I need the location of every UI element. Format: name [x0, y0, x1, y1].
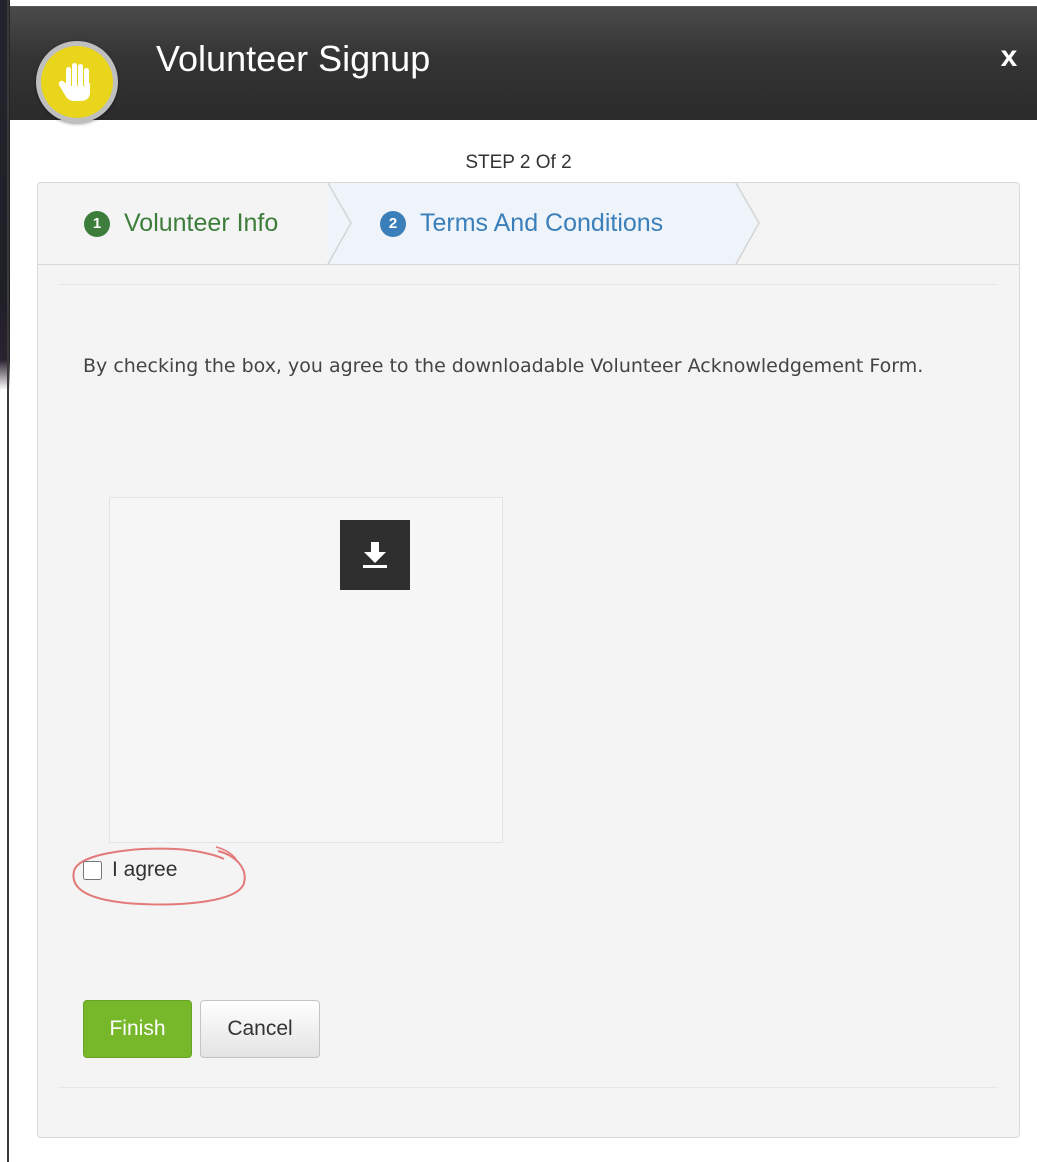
download-icon: [363, 542, 387, 568]
hand-icon: [41, 46, 113, 118]
step-label: Terms And Conditions: [420, 209, 664, 237]
acknowledgement-form-preview: [109, 497, 503, 843]
step-number-badge: 1: [84, 210, 110, 237]
modal-header: Volunteer Signup x: [10, 6, 1037, 123]
finish-button[interactable]: Finish: [83, 1000, 192, 1058]
background-page: [0, 0, 10, 1162]
terms-form: By checking the box, you agree to the do…: [58, 284, 998, 1088]
agree-label: I agree: [112, 858, 178, 881]
modal-title: Volunteer Signup: [156, 38, 431, 79]
agree-checkbox-row[interactable]: I agree: [83, 858, 177, 882]
tab-volunteer-info[interactable]: 1 Volunteer Info: [84, 183, 278, 264]
agree-checkbox[interactable]: [83, 860, 102, 880]
step-number-badge: 2: [380, 210, 406, 237]
volunteer-signup-modal: Volunteer Signup x STEP 2 Of 2 1 Volunte…: [10, 0, 1037, 1162]
tab-terms-and-conditions[interactable]: 2 Terms And Conditions: [380, 183, 663, 264]
terms-description: By checking the box, you agree to the do…: [83, 355, 924, 377]
wizard-panel: 1 Volunteer Info 2 Terms And Conditions …: [37, 182, 1020, 1138]
download-button[interactable]: [340, 520, 410, 590]
logo: [36, 41, 118, 123]
close-button[interactable]: x: [994, 37, 1024, 77]
wizard-steps: 1 Volunteer Info 2 Terms And Conditions: [38, 183, 1019, 265]
background-divider: [7, 0, 9, 1162]
step-label: Volunteer Info: [124, 209, 279, 237]
step-indicator: STEP 2 Of 2: [465, 152, 572, 173]
cancel-button[interactable]: Cancel: [200, 1000, 320, 1058]
